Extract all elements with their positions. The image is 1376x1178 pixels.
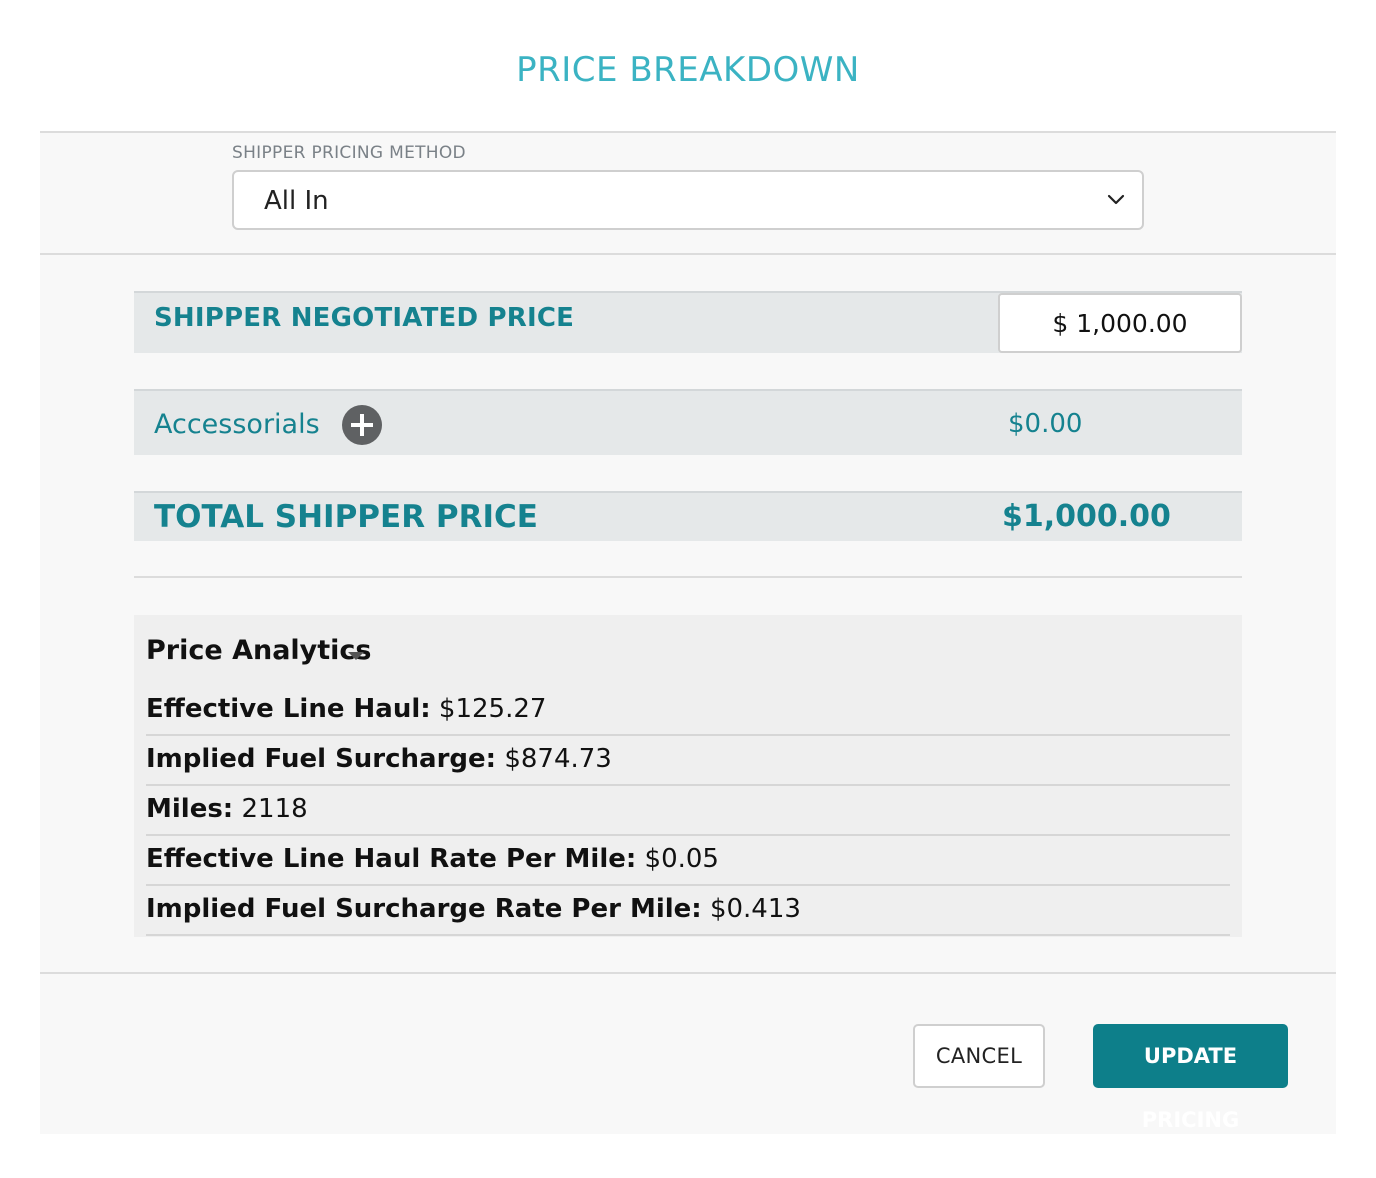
- analytics-row-label: Miles:: [146, 794, 234, 824]
- analytics-row-value: $0.413: [701, 894, 801, 924]
- analytics-row-label: Effective Line Haul:: [146, 694, 431, 724]
- price-details-section: SHIPPER NEGOTIATED PRICE Accessorials $0…: [40, 255, 1336, 975]
- analytics-row-value: 2118: [233, 794, 308, 824]
- analytics-row-value: $874.73: [496, 744, 612, 774]
- price-analytics-panel: Price Analytics Effective Line Haul: $12…: [134, 615, 1242, 937]
- accessorials-value: $0.00: [1008, 409, 1083, 439]
- caret-down-icon[interactable]: [348, 652, 364, 660]
- section-divider: [134, 576, 1242, 578]
- cancel-button[interactable]: CANCEL: [913, 1024, 1045, 1088]
- negotiated-price-row: SHIPPER NEGOTIATED PRICE: [134, 291, 1242, 353]
- analytics-row: Effective Line Haul Rate Per Mile: $0.05: [146, 836, 1230, 886]
- dialog-title: PRICE BREAKDOWN: [516, 50, 860, 90]
- total-price-row: TOTAL SHIPPER PRICE $1,000.00: [134, 491, 1242, 541]
- pricing-method-label: SHIPPER PRICING METHOD: [232, 143, 466, 163]
- analytics-row-value: $0.05: [636, 844, 719, 874]
- accessorials-row: Accessorials $0.00: [134, 389, 1242, 455]
- pricing-method-section: SHIPPER PRICING METHOD All In: [40, 131, 1336, 255]
- analytics-row-label: Implied Fuel Surcharge Rate Per Mile:: [146, 894, 702, 924]
- dialog-footer: CANCEL UPDATE PRICING: [40, 972, 1336, 1134]
- accessorials-label: Accessorials: [154, 409, 320, 440]
- negotiated-price-label: SHIPPER NEGOTIATED PRICE: [154, 303, 575, 333]
- total-price-label: TOTAL SHIPPER PRICE: [154, 499, 538, 535]
- negotiated-price-input[interactable]: [998, 293, 1242, 353]
- analytics-row: Implied Fuel Surcharge Rate Per Mile: $0…: [146, 886, 1230, 936]
- analytics-row-value: $125.27: [430, 694, 547, 724]
- chevron-down-icon: [1107, 194, 1125, 205]
- price-breakdown-dialog: PRICE BREAKDOWN SHIPPER PRICING METHOD A…: [0, 0, 1376, 1178]
- analytics-row: Miles: 2118: [146, 786, 1230, 836]
- analytics-row-label: Implied Fuel Surcharge:: [146, 744, 497, 774]
- plus-circle-icon[interactable]: [342, 405, 382, 445]
- analytics-row-label: Effective Line Haul Rate Per Mile:: [146, 844, 637, 874]
- pricing-method-select[interactable]: All In: [232, 170, 1144, 230]
- analytics-row: Effective Line Haul: $125.27: [146, 686, 1230, 736]
- pricing-method-selected-value: All In: [264, 186, 329, 216]
- analytics-row: Implied Fuel Surcharge: $874.73: [146, 736, 1230, 786]
- update-pricing-button[interactable]: UPDATE PRICING: [1093, 1024, 1288, 1132]
- total-price-value: $1,000.00: [1002, 499, 1171, 534]
- price-analytics-toggle[interactable]: Price Analytics: [146, 635, 372, 666]
